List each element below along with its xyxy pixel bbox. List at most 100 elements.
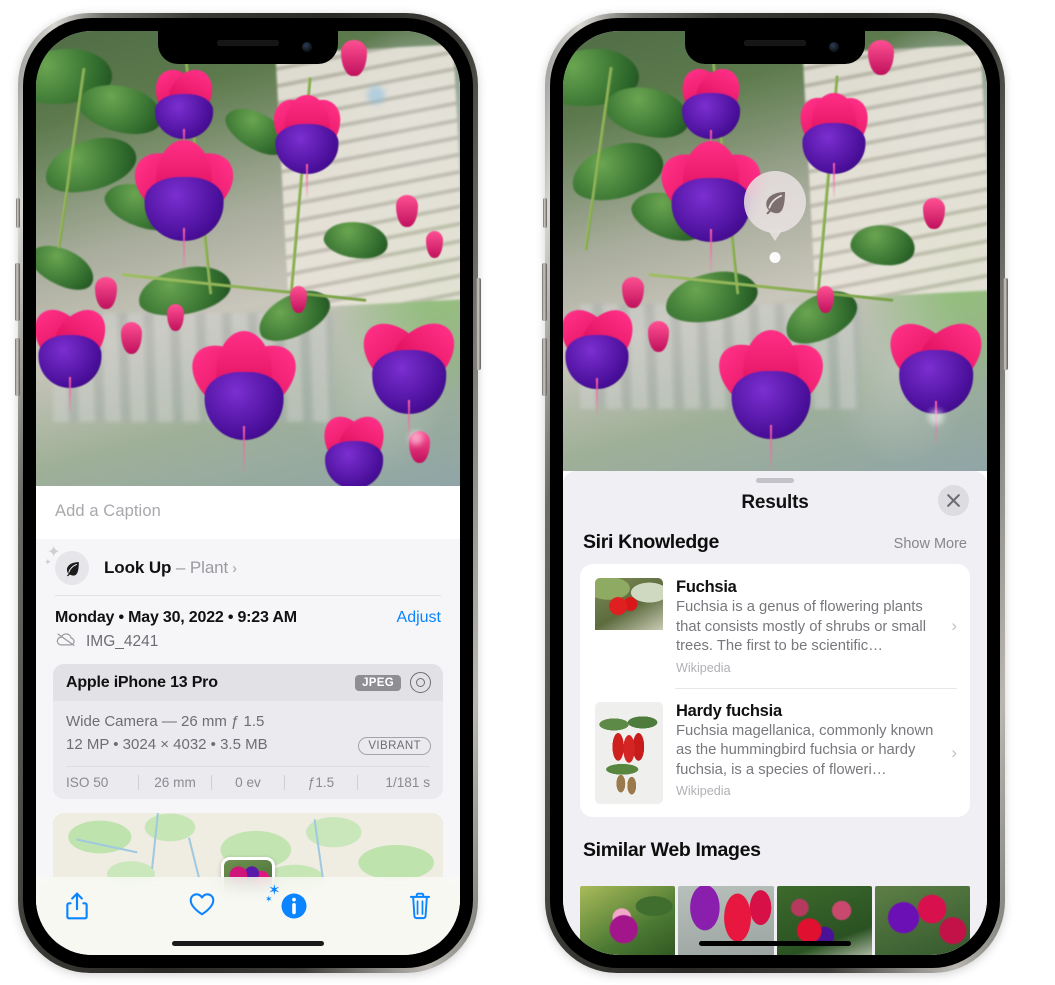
photo-bloom — [307, 408, 400, 486]
leaf-icon — [55, 551, 89, 585]
exif-header: Apple iPhone 13 Pro JPEG — [53, 664, 443, 701]
silent-switch[interactable] — [16, 198, 20, 228]
sparkle-small-icon: ✦ — [44, 557, 52, 567]
similar-web-images-header: Similar Web Images — [563, 817, 987, 872]
results-title: Results — [741, 492, 809, 513]
results-sheet: Results Siri Knowledge Show More Fuchsia… — [563, 471, 987, 955]
photo-bud — [923, 198, 945, 229]
volume-up-button[interactable] — [15, 263, 20, 321]
leaf-badge: ✦ ✦ — [44, 545, 89, 585]
device-bezel: Results Siri Knowledge Show More Fuchsia… — [550, 18, 1000, 968]
exif-stat-iso: ISO 50 — [66, 774, 109, 790]
chevron-right-icon: › — [951, 616, 957, 636]
leaf-icon — [744, 171, 806, 233]
knowledge-thumbnail — [595, 578, 663, 675]
screenshot-canvas: Add a Caption ✦ ✦ Look Up – Plant › Mond… — [0, 0, 1055, 985]
date-text: Monday • May 30, 2022 • 9:23 AM — [55, 609, 297, 626]
siri-knowledge-title: Siri Knowledge — [583, 531, 719, 553]
file-name: IMG_4241 — [86, 633, 159, 650]
knowledge-title: Fuchsia — [676, 578, 737, 596]
camera-model: Apple iPhone 13 Pro — [66, 673, 218, 691]
adjust-button[interactable]: Adjust — [397, 609, 441, 627]
exif-stats: ISO 50 26 mm 0 ev ƒ1.5 1/181 s — [53, 767, 443, 799]
aperture-icon — [410, 672, 431, 693]
look-up-pin[interactable] — [744, 171, 806, 263]
photo-bloom — [256, 89, 358, 199]
look-up-label: Look Up – Plant › — [104, 558, 237, 578]
power-button[interactable] — [1003, 278, 1008, 370]
screen-left: Add a Caption ✦ ✦ Look Up – Plant › Mond… — [36, 31, 460, 955]
photo-bloom — [178, 331, 309, 474]
knowledge-text: Fuchsia Fuchsia is a genus of flowering … — [676, 578, 936, 675]
close-icon — [947, 494, 960, 507]
file-row: IMG_4241 — [36, 629, 460, 664]
volume-down-button[interactable] — [542, 338, 547, 396]
front-camera — [302, 42, 312, 52]
pin-dot — [769, 252, 781, 263]
exif-body: Wide Camera — 26 mm ƒ 1.5 12 MP • 3024 ×… — [53, 701, 443, 767]
icloud-slash-icon — [55, 632, 77, 652]
home-indicator[interactable] — [172, 941, 324, 946]
iphone-right-device: Results Siri Knowledge Show More Fuchsia… — [542, 13, 1008, 973]
date-row: Monday • May 30, 2022 • 9:23 AM Adjust — [36, 596, 460, 629]
knowledge-text: Hardy fuchsia Fuchsia magellanica, commo… — [676, 702, 936, 804]
home-indicator[interactable] — [699, 941, 851, 946]
exif-card[interactable]: Apple iPhone 13 Pro JPEG Wide Camera — 2… — [53, 664, 443, 799]
photo-viewer[interactable] — [563, 31, 987, 471]
photo-bokeh — [927, 409, 944, 426]
knowledge-description: Fuchsia is a genus of flowering plants t… — [676, 599, 926, 655]
knowledge-thumbnail — [595, 701, 663, 804]
look-up-row[interactable]: ✦ ✦ Look Up – Plant › — [36, 539, 460, 596]
format-badge: JPEG — [355, 674, 401, 691]
photo-bloom — [350, 310, 460, 445]
knowledge-title: Hardy fuchsia — [676, 701, 782, 720]
photo-bud — [396, 194, 418, 227]
photo-bloom — [877, 310, 987, 445]
trash-icon — [409, 892, 431, 920]
knowledge-source: Wikipedia — [676, 660, 731, 675]
photo-bloom — [665, 61, 758, 162]
results-header: Results — [563, 483, 987, 531]
similar-web-images-title: Similar Web Images — [583, 838, 761, 861]
earpiece-speaker — [217, 40, 279, 46]
knowledge-row[interactable]: Fuchsia Fuchsia is a genus of flowering … — [580, 564, 970, 688]
exif-stat-focal: 26 mm — [154, 774, 196, 790]
device-bezel: Add a Caption ✦ ✦ Look Up – Plant › Mond… — [23, 18, 473, 968]
caption-input[interactable]: Add a Caption — [36, 486, 460, 539]
share-button[interactable] — [64, 891, 156, 921]
info-button[interactable]: ✶ ✶ — [248, 883, 340, 926]
lens-line: Wide Camera — 26 mm ƒ 1.5 — [66, 713, 265, 730]
silent-switch[interactable] — [543, 198, 547, 228]
power-button[interactable] — [476, 278, 481, 370]
volume-down-button[interactable] — [15, 338, 20, 396]
earpiece-speaker — [744, 40, 806, 46]
photo-bloom — [36, 299, 121, 414]
info-sparkle-icon — [281, 893, 307, 919]
delete-button[interactable] — [340, 891, 432, 921]
exif-stat-ev: 0 ev — [235, 774, 261, 790]
photo-bloom — [705, 330, 837, 471]
photo-viewer[interactable] — [36, 31, 460, 486]
look-up-title: Look Up — [104, 558, 172, 577]
web-image-thumb[interactable] — [874, 885, 970, 955]
exif-stat-shutter: 1/181 s — [385, 774, 430, 790]
chevron-right-icon: › — [232, 560, 238, 577]
sparkle-small-icon: ✶ — [265, 894, 273, 904]
web-image-thumb[interactable] — [580, 885, 676, 955]
close-button[interactable] — [938, 485, 969, 516]
photo-bloom — [121, 139, 248, 272]
knowledge-description: Fuchsia magellanica, commonly known as t… — [676, 722, 934, 778]
favorite-button[interactable] — [156, 891, 248, 917]
photographic-style-badge: VIBRANT — [358, 736, 431, 755]
share-icon — [66, 892, 88, 920]
chevron-right-icon: › — [951, 742, 957, 762]
device-notch — [158, 31, 338, 64]
heart-icon — [189, 893, 215, 916]
screen-right: Results Siri Knowledge Show More Fuchsia… — [563, 31, 987, 955]
knowledge-row[interactable]: Hardy fuchsia Fuchsia magellanica, commo… — [580, 687, 970, 817]
show-more-button[interactable]: Show More — [894, 536, 967, 552]
volume-up-button[interactable] — [542, 263, 547, 321]
look-up-dash: – — [171, 558, 190, 577]
photo-bloom — [138, 62, 231, 161]
photo-bud — [95, 276, 117, 309]
